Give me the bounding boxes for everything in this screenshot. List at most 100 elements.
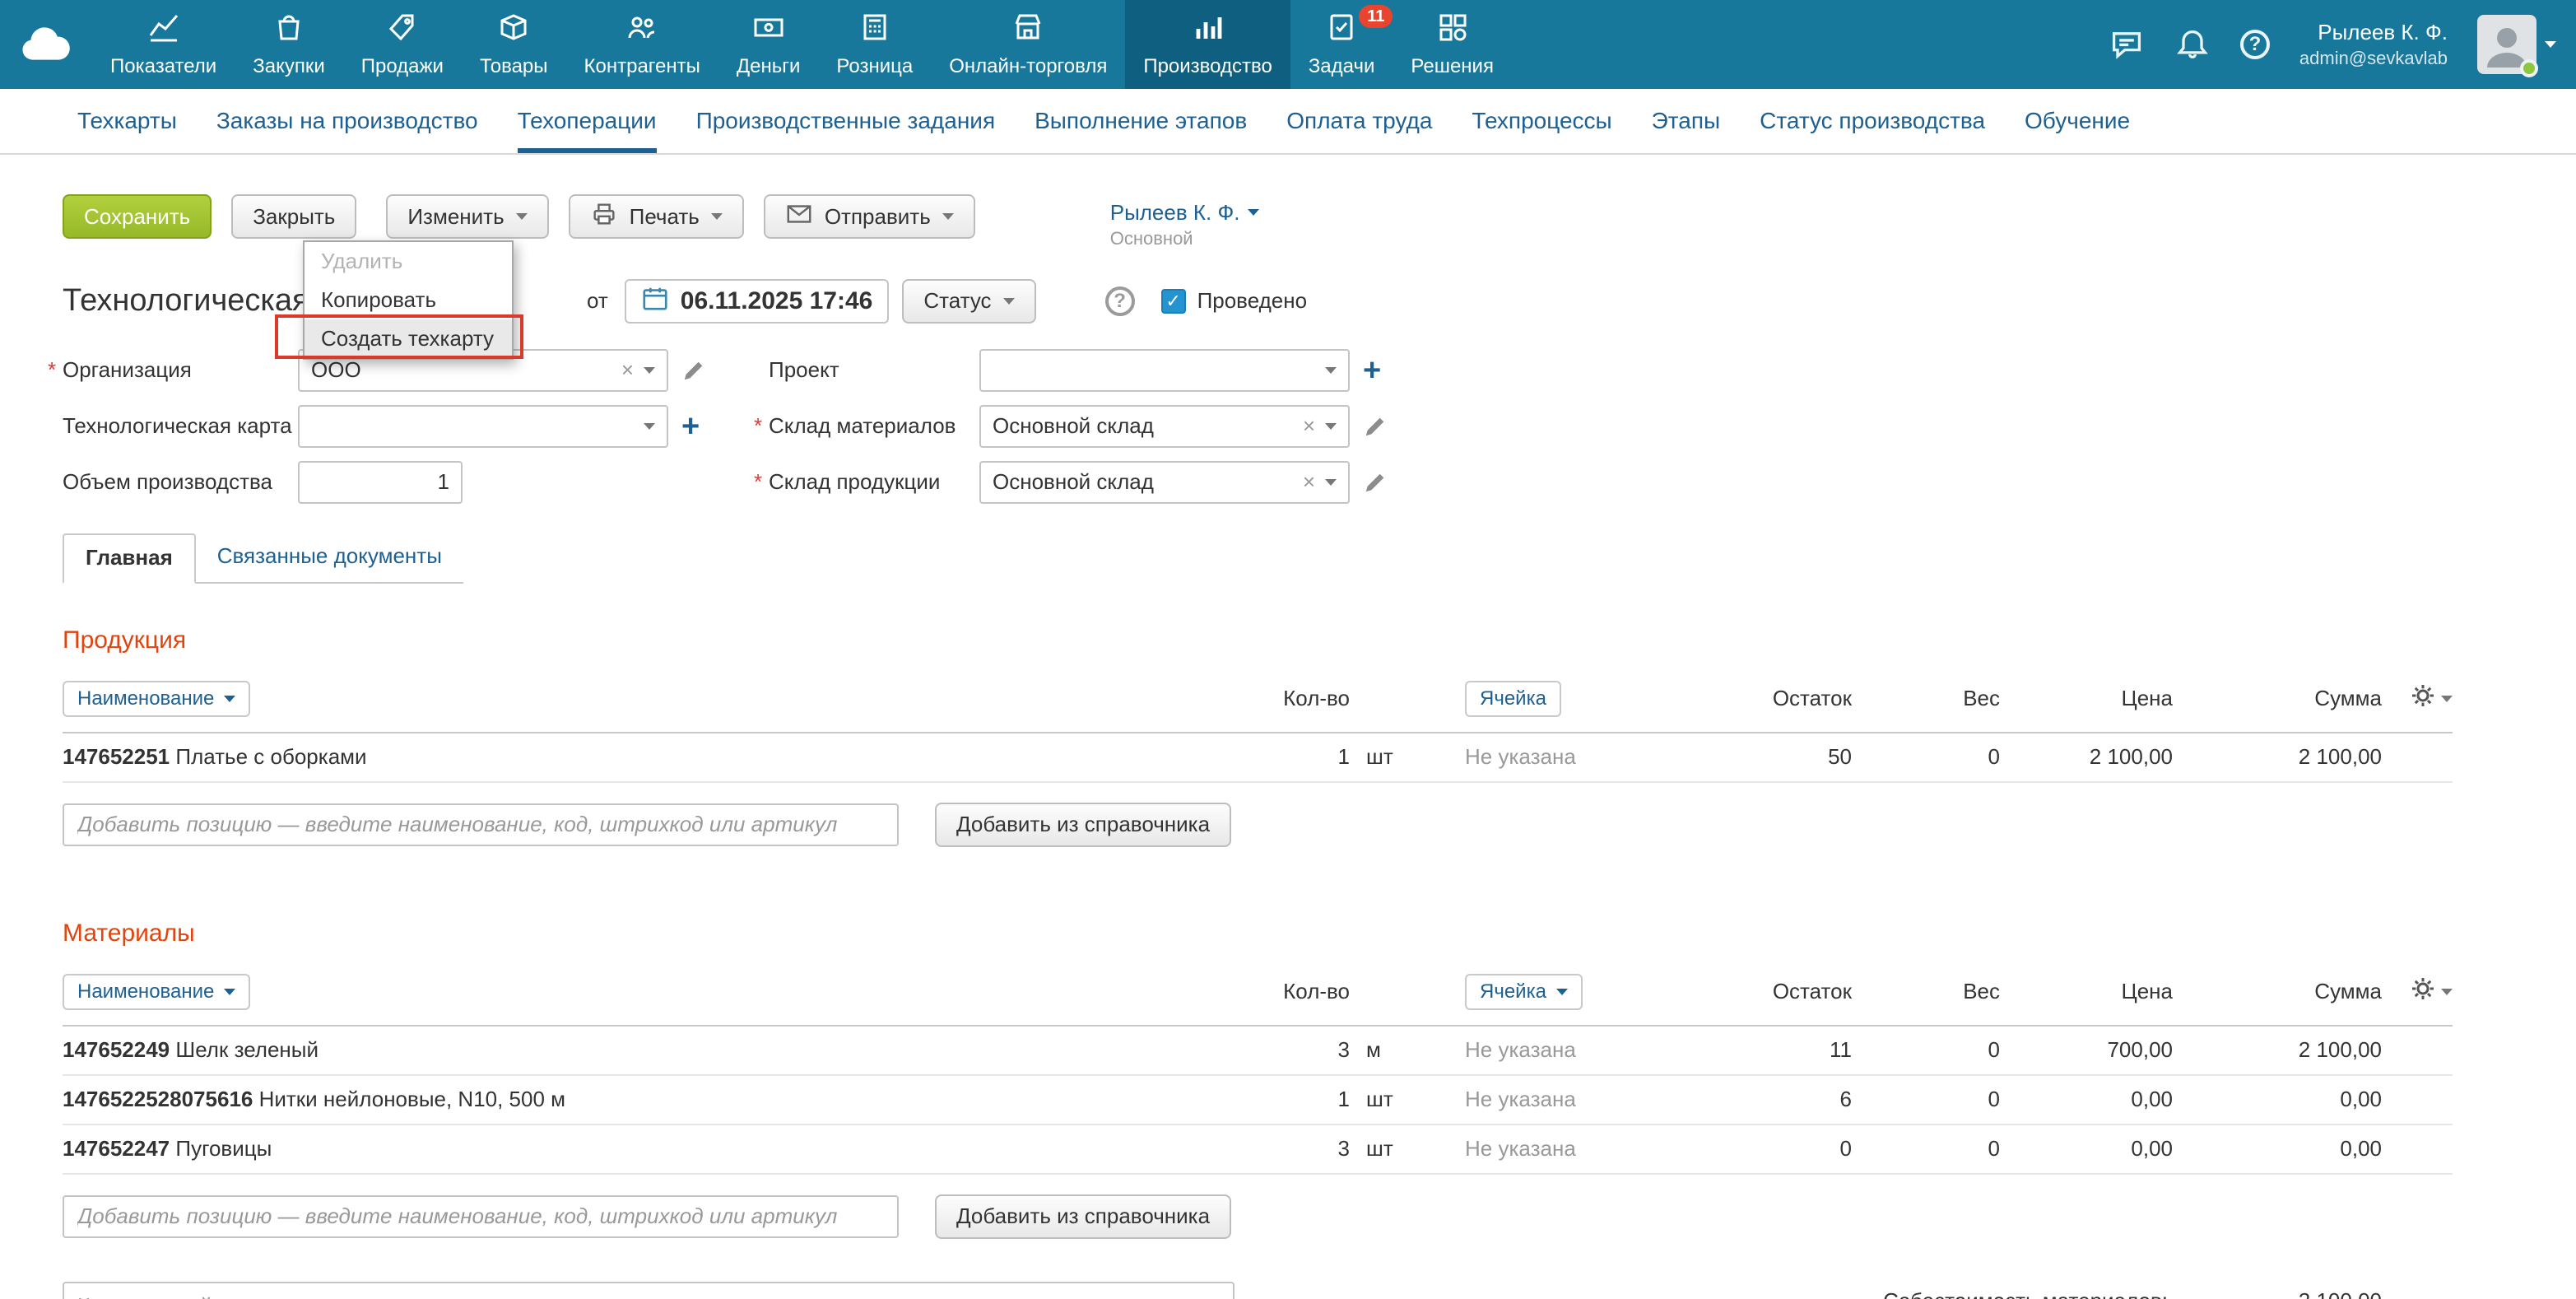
edit-pencil-icon[interactable]	[1363, 414, 1388, 439]
nav-label: Производство	[1143, 55, 1272, 78]
product-store-select[interactable]: Основной склад ×	[979, 461, 1350, 504]
row-price: 2 100,00	[2000, 744, 2173, 770]
subnav-production-tasks[interactable]: Производственные задания	[677, 89, 1016, 153]
subnav-techprocesses[interactable]: Техпроцессы	[1452, 89, 1631, 153]
bell-icon[interactable]	[2174, 26, 2211, 63]
status-button[interactable]: Статус	[902, 279, 1035, 324]
nav-label: Деньги	[737, 55, 801, 78]
provedeno-checkbox[interactable]: ✓	[1161, 289, 1186, 314]
subnav-stages[interactable]: Этапы	[1632, 89, 1741, 153]
edit-pencil-icon[interactable]	[1363, 470, 1388, 495]
add-from-catalog-button[interactable]: Добавить из справочника	[935, 1194, 1231, 1239]
nav-sales[interactable]: Продажи	[343, 0, 462, 89]
name-column-button[interactable]: Наименование	[63, 974, 250, 1010]
subnav-techcards[interactable]: Техкарты	[58, 89, 197, 153]
product-store-label: *Склад продукции	[769, 469, 979, 495]
owner-selector[interactable]: Рылеев К. Ф. Основной	[1110, 194, 1260, 250]
help-icon[interactable]: ?	[2240, 30, 2270, 59]
row-name: 147652247 Пуговицы	[63, 1136, 1239, 1162]
organization-label: *Организация	[63, 357, 298, 383]
shopping-bag-icon	[272, 11, 305, 50]
column-settings	[2382, 682, 2453, 715]
nav-online-trade[interactable]: Онлайн-торговля	[931, 0, 1125, 89]
materials-store-select[interactable]: Основной склад ×	[979, 405, 1350, 448]
table-row[interactable]: 147652249 Шелк зеленый 3 м Не указана 11…	[63, 1027, 2453, 1076]
subnav-stage-execution[interactable]: Выполнение этапов	[1015, 89, 1267, 153]
add-from-catalog-button[interactable]: Добавить из справочника	[935, 803, 1231, 847]
subnav-payroll[interactable]: Оплата труда	[1267, 89, 1452, 153]
nav-label: Товары	[480, 55, 548, 78]
row-cell: Не указана	[1416, 744, 1728, 770]
row-price: 0,00	[2000, 1087, 2173, 1112]
table-row[interactable]: 147652251 Платье с оборками 1 шт Не указ…	[63, 733, 2453, 783]
nav-indicators[interactable]: Показатели	[92, 0, 235, 89]
column-name: Наименование	[63, 681, 1239, 717]
help-circle-icon[interactable]: ?	[1105, 286, 1135, 316]
gear-icon[interactable]	[2410, 975, 2436, 1008]
cell-column-button[interactable]: Ячейка	[1465, 681, 1561, 717]
chat-icon[interactable]	[2109, 26, 2145, 63]
storefront-icon	[1011, 11, 1044, 50]
add-position-input[interactable]	[63, 803, 899, 846]
menu-item-create-techcard[interactable]: Создать техкарту	[305, 319, 512, 358]
add-project-icon[interactable]: +	[1363, 355, 1381, 386]
materials-table-header: Наименование Кол-во Ячейка Остаток Вес Ц…	[63, 967, 2453, 1027]
table-row[interactable]: 1476522528075616 Нитки нейлоновые, N10, …	[63, 1076, 2453, 1125]
clear-icon[interactable]: ×	[1303, 469, 1315, 495]
gear-icon[interactable]	[2410, 682, 2436, 715]
owner-department: Основной	[1110, 227, 1260, 250]
tab-related-documents[interactable]: Связанные документы	[196, 533, 463, 582]
edit-pencil-icon[interactable]	[681, 358, 706, 383]
techcard-select[interactable]	[298, 405, 668, 448]
subnav-techoperations[interactable]: Техоперации	[498, 89, 677, 153]
menu-item-copy[interactable]: Копировать	[305, 281, 512, 319]
print-button[interactable]: Печать	[569, 194, 744, 239]
cell-column-button[interactable]: Ячейка	[1465, 974, 1583, 1010]
nav-purchases[interactable]: Закупки	[235, 0, 343, 89]
column-sum: Сумма	[2173, 979, 2382, 1004]
user-menu[interactable]	[2477, 15, 2556, 74]
close-button[interactable]: Закрыть	[231, 194, 356, 239]
user-email: admin@sevkavlab	[2299, 47, 2448, 71]
table-row[interactable]: 147652247 Пуговицы 3 шт Не указана 0 0 0…	[63, 1125, 2453, 1175]
nav-tasks[interactable]: 11 Задачи	[1290, 0, 1393, 89]
materials-add-row: Добавить из справочника	[63, 1194, 2453, 1239]
nav-retail[interactable]: Розница	[818, 0, 931, 89]
materials-cost-label: Себестоимость материалов:	[1883, 1288, 2168, 1299]
send-button[interactable]: Отправить	[764, 194, 975, 239]
nav-solutions[interactable]: Решения	[1393, 0, 1512, 89]
volume-row: Объем производства	[63, 461, 706, 504]
products-section: Продукция Наименование Кол-во Ячейка Ост…	[63, 626, 2576, 847]
avatar	[2477, 15, 2536, 74]
name-column-button[interactable]: Наименование	[63, 681, 250, 717]
column-weight: Вес	[1852, 686, 2000, 711]
edit-button[interactable]: Изменить	[386, 194, 548, 239]
clear-icon[interactable]: ×	[621, 357, 634, 383]
add-techcard-icon[interactable]: +	[681, 411, 700, 442]
products-add-row: Добавить из справочника	[63, 803, 2453, 847]
save-button[interactable]: Сохранить	[63, 194, 212, 239]
add-position-input[interactable]	[63, 1195, 899, 1238]
subnav-production-orders[interactable]: Заказы на производство	[197, 89, 498, 153]
nav-partners[interactable]: Контрагенты	[566, 0, 718, 89]
nav-label: Розница	[836, 55, 913, 78]
nav-goods[interactable]: Товары	[462, 0, 566, 89]
send-button-label: Отправить	[825, 204, 931, 230]
nav-production[interactable]: Производство	[1125, 0, 1290, 89]
logo-cloud-icon[interactable]	[0, 0, 92, 89]
section-tabs: Техкарты Заказы на производство Техопера…	[0, 89, 2576, 155]
clear-icon[interactable]: ×	[1303, 413, 1315, 439]
nav-label: Контрагенты	[584, 55, 700, 78]
subnav-production-status[interactable]: Статус производства	[1740, 89, 2005, 153]
tab-main[interactable]: Главная	[63, 533, 196, 584]
document-date-field[interactable]: 06.11.2025 17:46	[625, 279, 890, 324]
nav-money[interactable]: Деньги	[718, 0, 819, 89]
comment-textarea[interactable]	[63, 1282, 1235, 1299]
volume-label: Объем производства	[63, 469, 298, 495]
row-price: 0,00	[2000, 1136, 2173, 1162]
subnav-training[interactable]: Обучение	[2005, 89, 2150, 153]
user-info[interactable]: Рылеев К. Ф. admin@sevkavlab	[2299, 19, 2448, 70]
row-weight: 0	[1852, 1136, 2000, 1162]
project-select[interactable]	[979, 349, 1350, 392]
volume-input[interactable]	[298, 461, 463, 504]
